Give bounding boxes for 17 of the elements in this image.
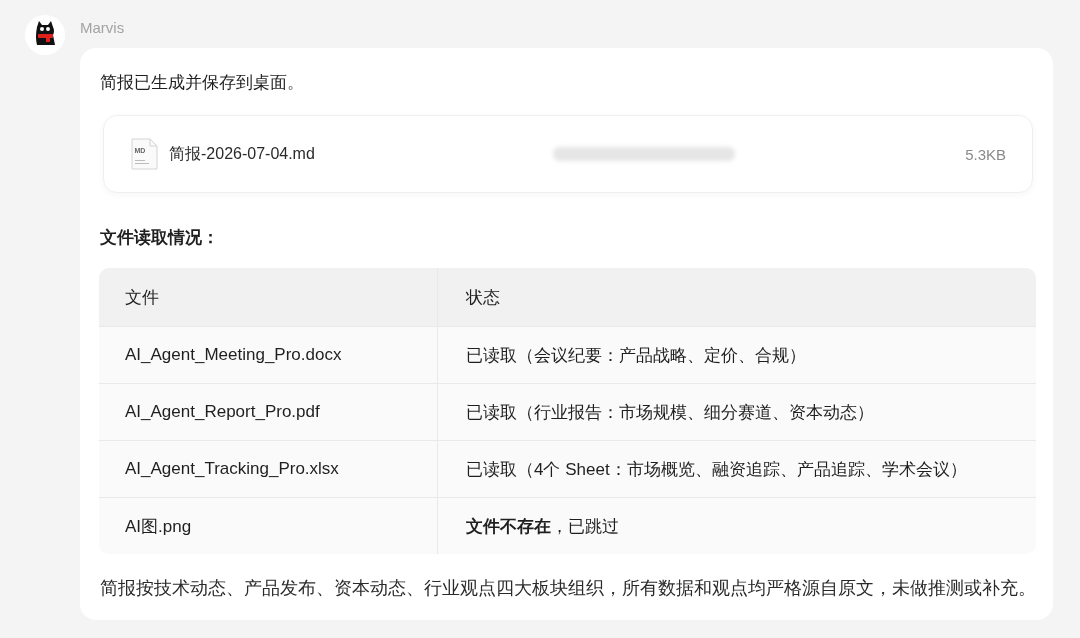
column-header: 文件 (99, 268, 438, 326)
sender-name: Marvis (80, 18, 125, 38)
table-cell-text: 已读取（行业报告：市场规模、细分赛道、资本动态） (465, 401, 875, 424)
column-header: 状态 (465, 286, 501, 309)
file-name: 简报-2026-07-04.md (169, 143, 315, 164)
table-cell-text: 已读取（4个 Sheet：市场概览、融资追踪、产品追踪、学术会议） (465, 458, 968, 481)
table-cell: AI_Agent_Tracking_Pro.xlsx (99, 441, 438, 497)
message-text: 简报已生成并保存到桌面。 (100, 72, 304, 94)
table-cell: AI_Agent_Meeting_Pro.docx (99, 327, 438, 383)
table-cell-text: 已读取（会议纪要：产品战略、定价、合规） (465, 344, 807, 367)
table-cell: AI图.png (99, 498, 438, 554)
summary-text: 简报按技术动态、产品发布、资本动态、行业观点四大板块组织，所有数据和观点均严格源自原文，未做推测或补充。 (100, 577, 1036, 600)
cat-avatar-icon (25, 15, 65, 55)
section-heading: 文件读取情况： (100, 227, 219, 249)
file-size: 5.3KB (965, 145, 1006, 163)
table-cell: AI_Agent_Report_Pro.pdf (99, 384, 438, 440)
table-cell-text: 文件不存在，已跳过 (465, 515, 620, 538)
